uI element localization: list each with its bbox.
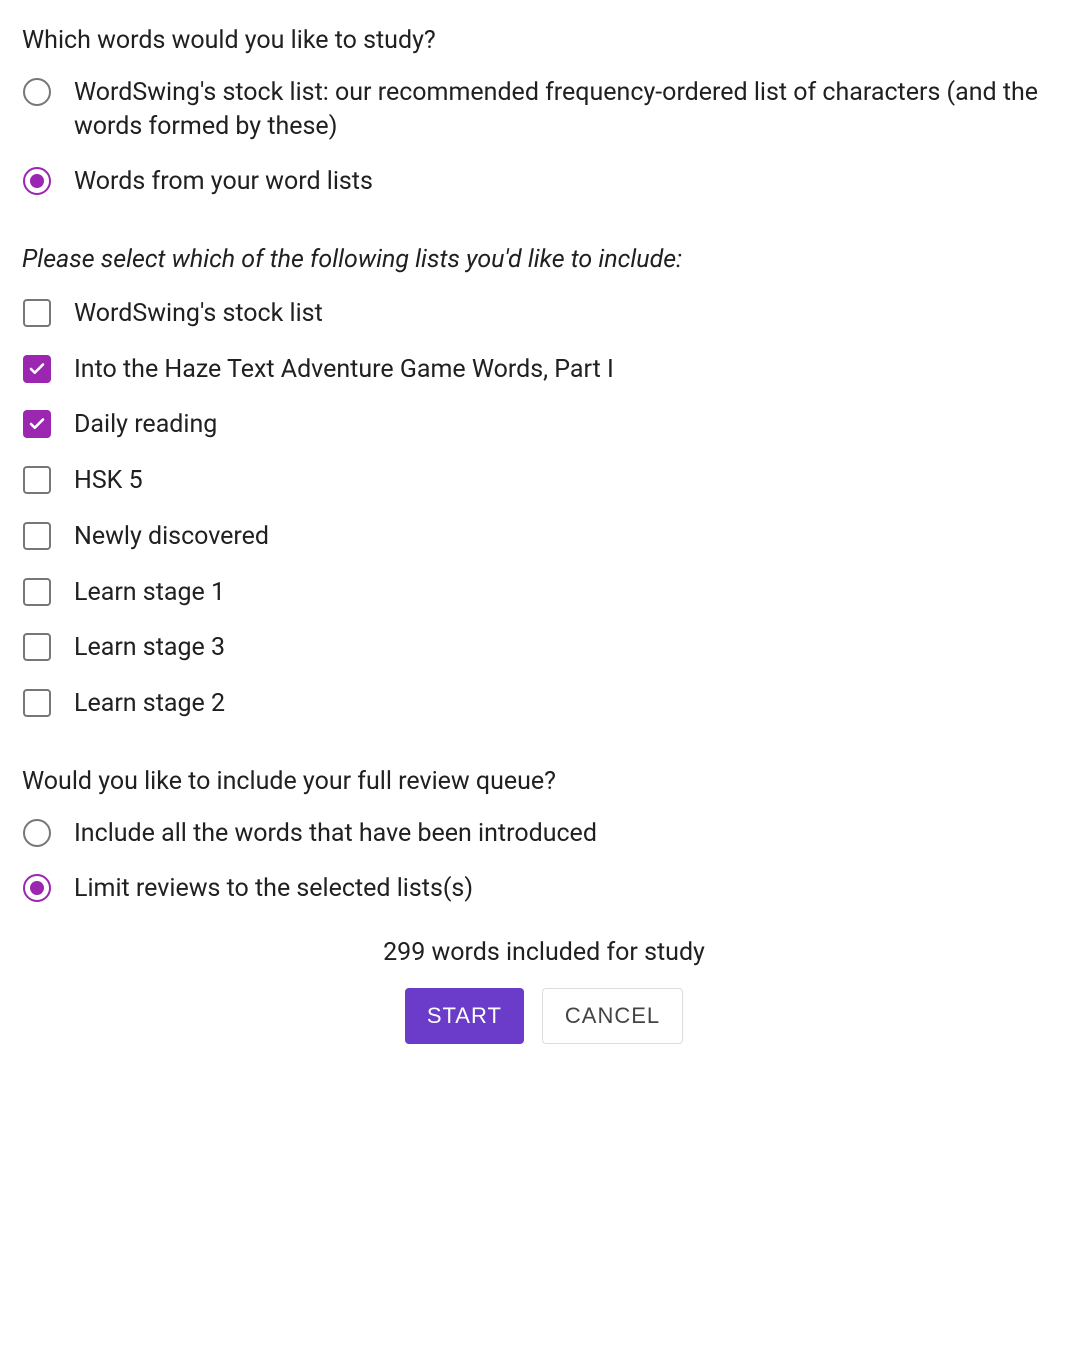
study-option-label: WordSwing's stock list: our recommended …: [74, 76, 1066, 144]
list-item-label: Learn stage 3: [74, 631, 1066, 665]
study-option-label: Words from your word lists: [74, 165, 1066, 199]
study-option-wordlists[interactable]: Words from your word lists: [22, 165, 1066, 199]
summary-text: 299 words included for study: [22, 936, 1066, 970]
start-button[interactable]: START: [405, 988, 524, 1044]
checkbox-icon[interactable]: [23, 578, 51, 606]
radio-icon[interactable]: [23, 819, 51, 847]
checkbox-icon[interactable]: [23, 689, 51, 717]
cancel-button[interactable]: CANCEL: [542, 988, 683, 1044]
radio-icon[interactable]: [23, 874, 51, 902]
list-item[interactable]: WordSwing's stock list: [22, 297, 1066, 331]
list-item-label: WordSwing's stock list: [74, 297, 1066, 331]
checkbox-icon[interactable]: [23, 410, 51, 438]
list-item-label: Learn stage 1: [74, 576, 1066, 610]
radio-icon[interactable]: [23, 167, 51, 195]
queue-heading: Would you like to include your full revi…: [22, 765, 1066, 799]
list-item-label: Into the Haze Text Adventure Game Words,…: [74, 353, 1066, 387]
list-item-label: Daily reading: [74, 408, 1066, 442]
study-heading: Which words would you like to study?: [22, 24, 1066, 58]
list-item[interactable]: Learn stage 1: [22, 576, 1066, 610]
radio-icon[interactable]: [23, 78, 51, 106]
checkbox-icon[interactable]: [23, 633, 51, 661]
checkbox-icon[interactable]: [23, 299, 51, 327]
study-option-stock[interactable]: WordSwing's stock list: our recommended …: [22, 76, 1066, 144]
list-item[interactable]: Learn stage 3: [22, 631, 1066, 665]
list-item-label: HSK 5: [74, 464, 1066, 498]
checkbox-icon[interactable]: [23, 355, 51, 383]
list-item[interactable]: Learn stage 2: [22, 687, 1066, 721]
list-item[interactable]: Newly discovered: [22, 520, 1066, 554]
list-item[interactable]: Into the Haze Text Adventure Game Words,…: [22, 353, 1066, 387]
lists-subheading: Please select which of the following lis…: [22, 243, 1066, 277]
queue-option-label: Limit reviews to the selected lists(s): [74, 872, 1066, 906]
list-item[interactable]: HSK 5: [22, 464, 1066, 498]
list-item-label: Newly discovered: [74, 520, 1066, 554]
queue-option-limited[interactable]: Limit reviews to the selected lists(s): [22, 872, 1066, 906]
queue-option-label: Include all the words that have been int…: [74, 817, 1066, 851]
queue-option-all[interactable]: Include all the words that have been int…: [22, 817, 1066, 851]
checkbox-icon[interactable]: [23, 522, 51, 550]
list-item[interactable]: Daily reading: [22, 408, 1066, 442]
checkbox-icon[interactable]: [23, 466, 51, 494]
list-item-label: Learn stage 2: [74, 687, 1066, 721]
